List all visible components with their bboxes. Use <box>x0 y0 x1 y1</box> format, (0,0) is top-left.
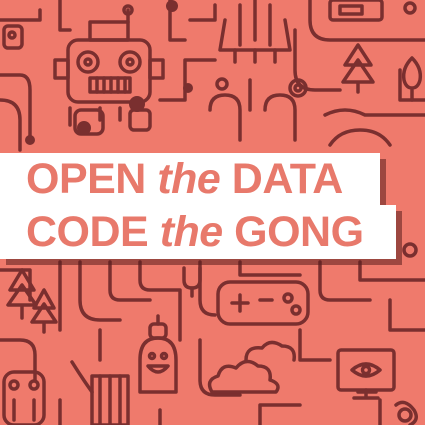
headline-word-data: DATA <box>231 155 344 203</box>
robot-icon <box>53 4 165 136</box>
robot-legs-icon <box>2 360 130 425</box>
headline-word-gong: GONG <box>234 208 364 256</box>
headline-word-the: the <box>159 208 224 256</box>
monitor-eye-icon <box>336 348 418 425</box>
display-box-icon <box>328 0 417 22</box>
tree-icon <box>6 268 58 334</box>
headline-word-code: CODE <box>26 208 149 256</box>
game-controller-icon <box>216 280 310 326</box>
poster: OPEN the DATA CODE the GONG <box>0 0 425 425</box>
headline-word-the: the <box>157 155 221 203</box>
headline-line-1: OPEN the DATA <box>26 158 343 201</box>
smiling-character-icon <box>138 314 178 394</box>
tree-icon <box>341 43 423 102</box>
cloud-icon <box>207 340 296 394</box>
headline-line-2: CODE the GONG <box>26 211 364 254</box>
headline-word-open: OPEN <box>26 155 146 203</box>
rocket-icon <box>218 0 292 64</box>
